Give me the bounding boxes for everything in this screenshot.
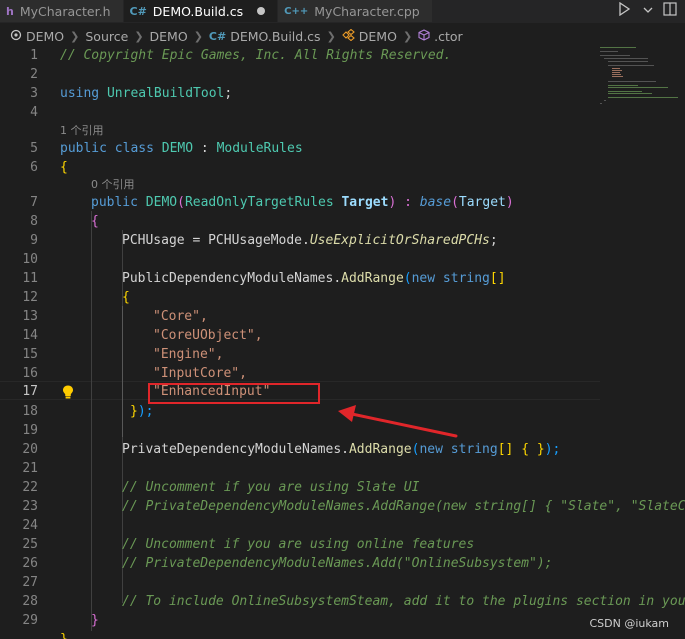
chevron-right-icon: ❯ [70, 29, 80, 43]
line-number: 10 [22, 252, 38, 267]
line-number: 21 [22, 461, 38, 476]
code-line[interactable]: PrivateDependencyModuleNames.AddRange(ne… [122, 440, 560, 459]
chevron-right-icon: ❯ [402, 29, 413, 43]
editor-tab-bar: h MyCharacter.h C# DEMO.Build.cs C++ MyC… [0, 0, 685, 23]
line-number: 2 [30, 67, 38, 82]
line-number: 14 [22, 328, 38, 343]
line-number: 29 [22, 613, 38, 628]
method-icon [418, 28, 430, 44]
folder-icon [10, 29, 22, 44]
line-number: 13 [22, 309, 38, 324]
c-header-file-icon: h [6, 4, 14, 18]
line-number: 7 [30, 195, 38, 210]
code-line[interactable]: public class DEMO : ModuleRules [60, 139, 303, 158]
line-number: 1 [30, 48, 38, 63]
line-number: 11 [22, 271, 38, 286]
code-line[interactable]: { [122, 288, 130, 307]
code-line[interactable]: using UnrealBuildTool; [60, 84, 232, 103]
codelens-references[interactable]: 0 个引用 [91, 177, 135, 193]
code-line[interactable]: { [60, 158, 68, 177]
code-line[interactable]: { [91, 212, 99, 231]
chevron-right-icon: ❯ [326, 29, 336, 43]
line-number: 12 [22, 290, 38, 305]
breadcrumb-item[interactable]: Source [85, 29, 128, 44]
code-line[interactable]: // Uncomment if you are using Slate UI [122, 478, 419, 497]
breadcrumb: DEMO ❯ Source ❯ DEMO ❯ C# DEMO.Build.cs … [0, 26, 685, 46]
split-editor-icon[interactable] [663, 2, 677, 20]
line-number: 4 [30, 105, 38, 120]
line-number: 16 [22, 366, 38, 381]
line-number: 25 [22, 537, 38, 552]
codelens-references[interactable]: 1 个引用 [60, 123, 104, 139]
code-line[interactable]: "CoreUObject", [153, 326, 263, 345]
tab-label: DEMO.Build.cs [152, 3, 244, 19]
code-line[interactable]: } [91, 611, 99, 630]
code-line[interactable]: "Core", [153, 307, 208, 326]
code-line[interactable]: PCHUsage = PCHUsageMode.UseExplicitOrSha… [122, 231, 498, 250]
minimap[interactable] [600, 46, 680, 116]
code-line[interactable]: }); [130, 402, 153, 421]
unsaved-changes-dot-icon[interactable] [257, 7, 266, 15]
line-number: 17 [22, 384, 38, 399]
class-icon [342, 28, 355, 44]
run-debug-icon[interactable] [617, 1, 633, 20]
annotation-arrow-icon [338, 405, 458, 438]
breadcrumb-item[interactable]: DEMO.Build.cs [230, 29, 320, 44]
code-line[interactable]: // PrivateDependencyModuleNames.Add("Onl… [122, 554, 552, 573]
line-number: 27 [22, 575, 38, 590]
lightbulb-icon[interactable] [62, 384, 74, 399]
editor-actions [617, 0, 685, 22]
tab-label: MyCharacter.cpp [314, 3, 420, 19]
breadcrumb-item[interactable]: .ctor [434, 29, 463, 44]
breadcrumb-item[interactable]: DEMO [359, 29, 397, 44]
code-line[interactable]: // PrivateDependencyModuleNames.AddRange… [122, 497, 685, 516]
line-number: 28 [22, 594, 38, 609]
code-line[interactable]: // Uncomment if you are using online fea… [122, 535, 474, 554]
code-line[interactable]: PublicDependencyModuleNames.AddRange(new… [122, 269, 506, 288]
line-number: 3 [30, 86, 38, 101]
line-number: 18 [22, 404, 38, 419]
line-number: 20 [22, 442, 38, 457]
breadcrumb-item[interactable]: DEMO [150, 29, 188, 44]
tab-label: MyCharacter.h [19, 3, 111, 19]
watermark: CSDN @iukam [589, 617, 669, 630]
code-line[interactable]: // Copyright Epic Games, Inc. All Rights… [60, 46, 451, 65]
line-number: 26 [22, 556, 38, 571]
line-number: 9 [30, 233, 38, 248]
csharp-file-icon: C# [208, 29, 227, 43]
line-number: 6 [30, 160, 38, 175]
chevron-right-icon: ❯ [134, 29, 144, 43]
code-line[interactable]: // To include OnlineSubsystemSteam, add … [122, 592, 685, 611]
line-number: 24 [22, 518, 38, 533]
line-number: 19 [22, 423, 38, 438]
code-line[interactable]: "Engine", [153, 345, 223, 364]
annotation-highlight-box [148, 383, 320, 404]
code-line[interactable]: public DEMO(ReadOnlyTargetRules Target) … [91, 193, 514, 212]
code-editor[interactable]: 1 // Copyright Epic Games, Inc. All Right… [0, 46, 685, 639]
cpp-file-icon: C++ [284, 5, 309, 17]
code-line[interactable]: } [60, 630, 68, 639]
line-number: 5 [30, 141, 38, 156]
line-number: 22 [22, 480, 38, 495]
tab-mycharacter-h[interactable]: h MyCharacter.h [0, 0, 124, 22]
code-line[interactable]: "InputCore", [153, 364, 247, 383]
chevron-down-icon[interactable] [643, 4, 653, 19]
line-number: 8 [30, 214, 38, 229]
line-number: 23 [22, 499, 38, 514]
breadcrumb-item[interactable]: DEMO [26, 29, 64, 44]
line-number: 15 [22, 347, 38, 362]
csharp-file-icon: C# [129, 4, 147, 18]
tab-demo-build-cs[interactable]: C# DEMO.Build.cs [123, 0, 279, 22]
chevron-right-icon: ❯ [193, 29, 203, 43]
tab-mycharacter-cpp[interactable]: C++ MyCharacter.cpp [278, 0, 433, 22]
